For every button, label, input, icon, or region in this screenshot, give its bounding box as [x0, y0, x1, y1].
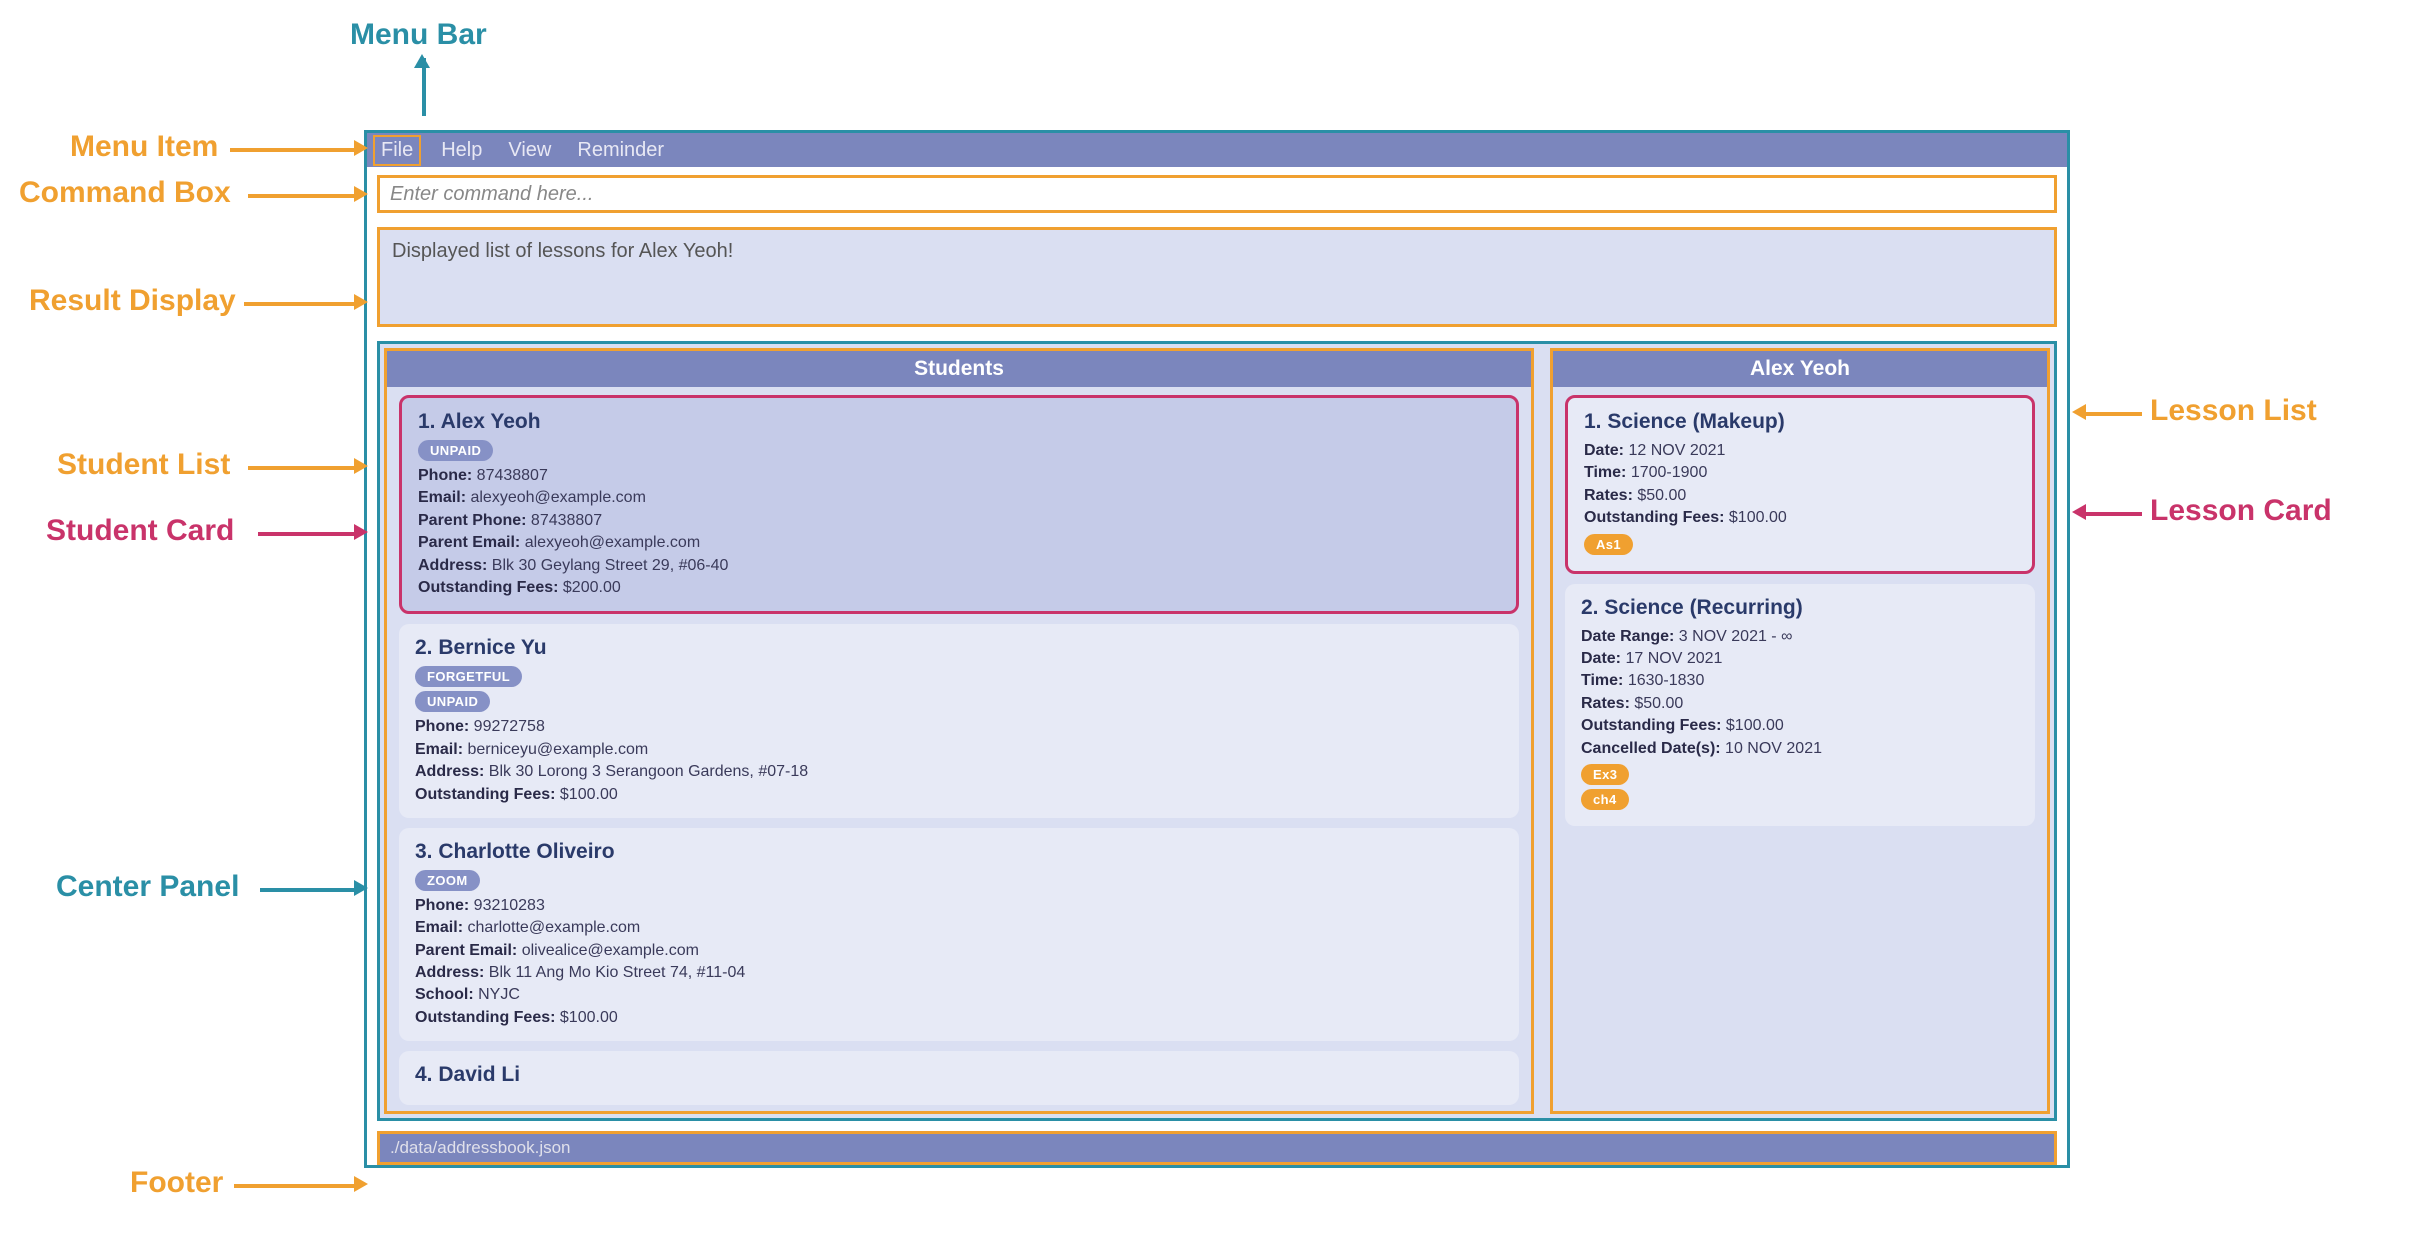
result-text: Displayed list of lessons for Alex Yeoh! — [392, 240, 733, 262]
annotation-footer: Footer — [130, 1166, 223, 1200]
annotation-student-card: Student Card — [46, 514, 234, 548]
lesson-field: Date: 12 NOV 2021 — [1584, 440, 2016, 462]
arrow-head — [414, 54, 430, 68]
lesson-field: Time: 1700-1900 — [1584, 462, 2016, 484]
arrow-head — [354, 186, 368, 202]
student-field: Email: berniceyu@example.com — [415, 739, 1503, 761]
menu-item-help[interactable]: Help — [435, 137, 488, 164]
app-window: File Help View Reminder Enter command he… — [364, 130, 2070, 1168]
student-field: Phone: 99272758 — [415, 716, 1503, 738]
command-box[interactable]: Enter command here... — [377, 175, 2057, 213]
student-field: Outstanding Fees: $200.00 — [418, 577, 1500, 599]
student-card-title: 4. David Li — [415, 1063, 1503, 1087]
student-card[interactable]: 4. David Li — [399, 1051, 1519, 1105]
arrow-head — [354, 1176, 368, 1192]
lesson-badge: ch4 — [1581, 789, 1629, 810]
student-field: Address: Blk 30 Geylang Street 29, #06-4… — [418, 555, 1500, 577]
lesson-card[interactable]: 1. Science (Makeup) Date: 12 NOV 2021Time… — [1565, 395, 2035, 574]
menu-item-reminder[interactable]: Reminder — [571, 137, 670, 164]
arrow-head — [354, 294, 368, 310]
student-field: Outstanding Fees: $100.00 — [415, 1007, 1503, 1029]
lesson-field: Outstanding Fees: $100.00 — [1581, 715, 2019, 737]
arrow-line — [248, 466, 358, 470]
arrow-head — [354, 880, 368, 896]
lesson-field: Time: 1630-1830 — [1581, 670, 2019, 692]
menu-item-view[interactable]: View — [502, 137, 557, 164]
arrow-head — [354, 524, 368, 540]
student-field: School: NYJC — [415, 984, 1503, 1006]
student-tag: UNPAID — [418, 440, 493, 461]
student-card-title: 1. Alex Yeoh — [418, 410, 1500, 434]
result-display: Displayed list of lessons for Alex Yeoh! — [377, 227, 2057, 327]
student-field: Email: charlotte@example.com — [415, 917, 1503, 939]
student-tag: FORGETFUL — [415, 666, 522, 687]
student-list-header: Students — [387, 351, 1531, 387]
lesson-list-header: Alex Yeoh — [1553, 351, 2047, 387]
arrow-line — [2082, 412, 2142, 416]
student-field: Phone: 93210283 — [415, 895, 1503, 917]
annotation-command-box: Command Box — [19, 176, 231, 210]
lesson-card-title: 2. Science (Recurring) — [1581, 596, 2019, 620]
lesson-field: Rates: $50.00 — [1581, 693, 2019, 715]
student-field: Email: alexyeoh@example.com — [418, 487, 1500, 509]
lesson-badge: As1 — [1584, 534, 1633, 555]
lesson-card-title: 1. Science (Makeup) — [1584, 410, 2016, 434]
annotation-lesson-list: Lesson List — [2150, 394, 2317, 428]
lesson-list-body: 1. Science (Makeup)Date: 12 NOV 2021Time… — [1553, 387, 2047, 1111]
student-tag: UNPAID — [415, 691, 490, 712]
arrow-line — [244, 302, 358, 306]
menu-item-file[interactable]: File — [373, 135, 421, 166]
annotation-menu-bar: Menu Bar — [350, 18, 487, 52]
student-field: Parent Email: olivealice@example.com — [415, 940, 1503, 962]
footer-path: ./data/addressbook.json — [390, 1138, 571, 1157]
menu-bar: File Help View Reminder — [367, 133, 2067, 167]
student-card[interactable]: 1. Alex Yeoh UNPAID Phone: 87438807Email: … — [399, 395, 1519, 614]
student-field: Parent Email: alexyeoh@example.com — [418, 532, 1500, 554]
student-card-title: 3. Charlotte Oliveiro — [415, 840, 1503, 864]
command-placeholder: Enter command here... — [390, 183, 593, 206]
student-field: Parent Phone: 87438807 — [418, 510, 1500, 532]
arrow-line — [258, 532, 358, 536]
student-card[interactable]: 3. Charlotte Oliveiro ZOOM Phone: 93210283… — [399, 828, 1519, 1041]
student-list: Students 1. Alex Yeoh UNPAID Phone: 874388… — [384, 348, 1534, 1114]
annotation-student-list: Student List — [57, 448, 230, 482]
lesson-field: Date: 17 NOV 2021 — [1581, 648, 2019, 670]
center-panel: Students 1. Alex Yeoh UNPAID Phone: 874388… — [377, 341, 2057, 1121]
lesson-badge: Ex3 — [1581, 764, 1629, 785]
student-card-title: 2. Bernice Yu — [415, 636, 1503, 660]
student-list-body: 1. Alex YeohUNPAIDPhone: 87438807Email: … — [387, 387, 1531, 1111]
lesson-card[interactable]: 2. Science (Recurring) Date Range: 3 NOV … — [1565, 584, 2035, 826]
arrow-line — [234, 1184, 358, 1188]
annotation-lesson-card: Lesson Card — [2150, 494, 2332, 528]
lesson-list: Alex Yeoh 1. Science (Makeup) Date: 12 NO… — [1550, 348, 2050, 1114]
arrow-line — [260, 888, 358, 892]
window-body: Enter command here... Displayed list of … — [367, 167, 2067, 1165]
arrow-line — [2082, 512, 2142, 516]
student-field: Phone: 87438807 — [418, 465, 1500, 487]
annotation-menu-item: Menu Item — [70, 130, 218, 164]
footer: ./data/addressbook.json — [377, 1131, 2057, 1165]
student-tag: ZOOM — [415, 870, 480, 891]
annotation-result-display: Result Display — [29, 284, 236, 318]
lesson-field: Cancelled Date(s): 10 NOV 2021 — [1581, 738, 2019, 760]
lesson-field: Outstanding Fees: $100.00 — [1584, 507, 2016, 529]
lesson-field: Date Range: 3 NOV 2021 - ∞ — [1581, 626, 2019, 648]
arrow-head — [2072, 404, 2086, 420]
student-field: Address: Blk 11 Ang Mo Kio Street 74, #1… — [415, 962, 1503, 984]
arrow-line — [248, 194, 358, 198]
arrow-line — [230, 148, 358, 152]
student-field: Outstanding Fees: $100.00 — [415, 784, 1503, 806]
student-field: Address: Blk 30 Lorong 3 Serangoon Garde… — [415, 761, 1503, 783]
lesson-field: Rates: $50.00 — [1584, 485, 2016, 507]
arrow-head — [354, 140, 368, 156]
annotation-center-panel: Center Panel — [56, 870, 239, 904]
arrow-head — [354, 458, 368, 474]
arrow-head — [2072, 504, 2086, 520]
student-card[interactable]: 2. Bernice Yu FORGETFUL UNPAID Phone: 99272… — [399, 624, 1519, 818]
